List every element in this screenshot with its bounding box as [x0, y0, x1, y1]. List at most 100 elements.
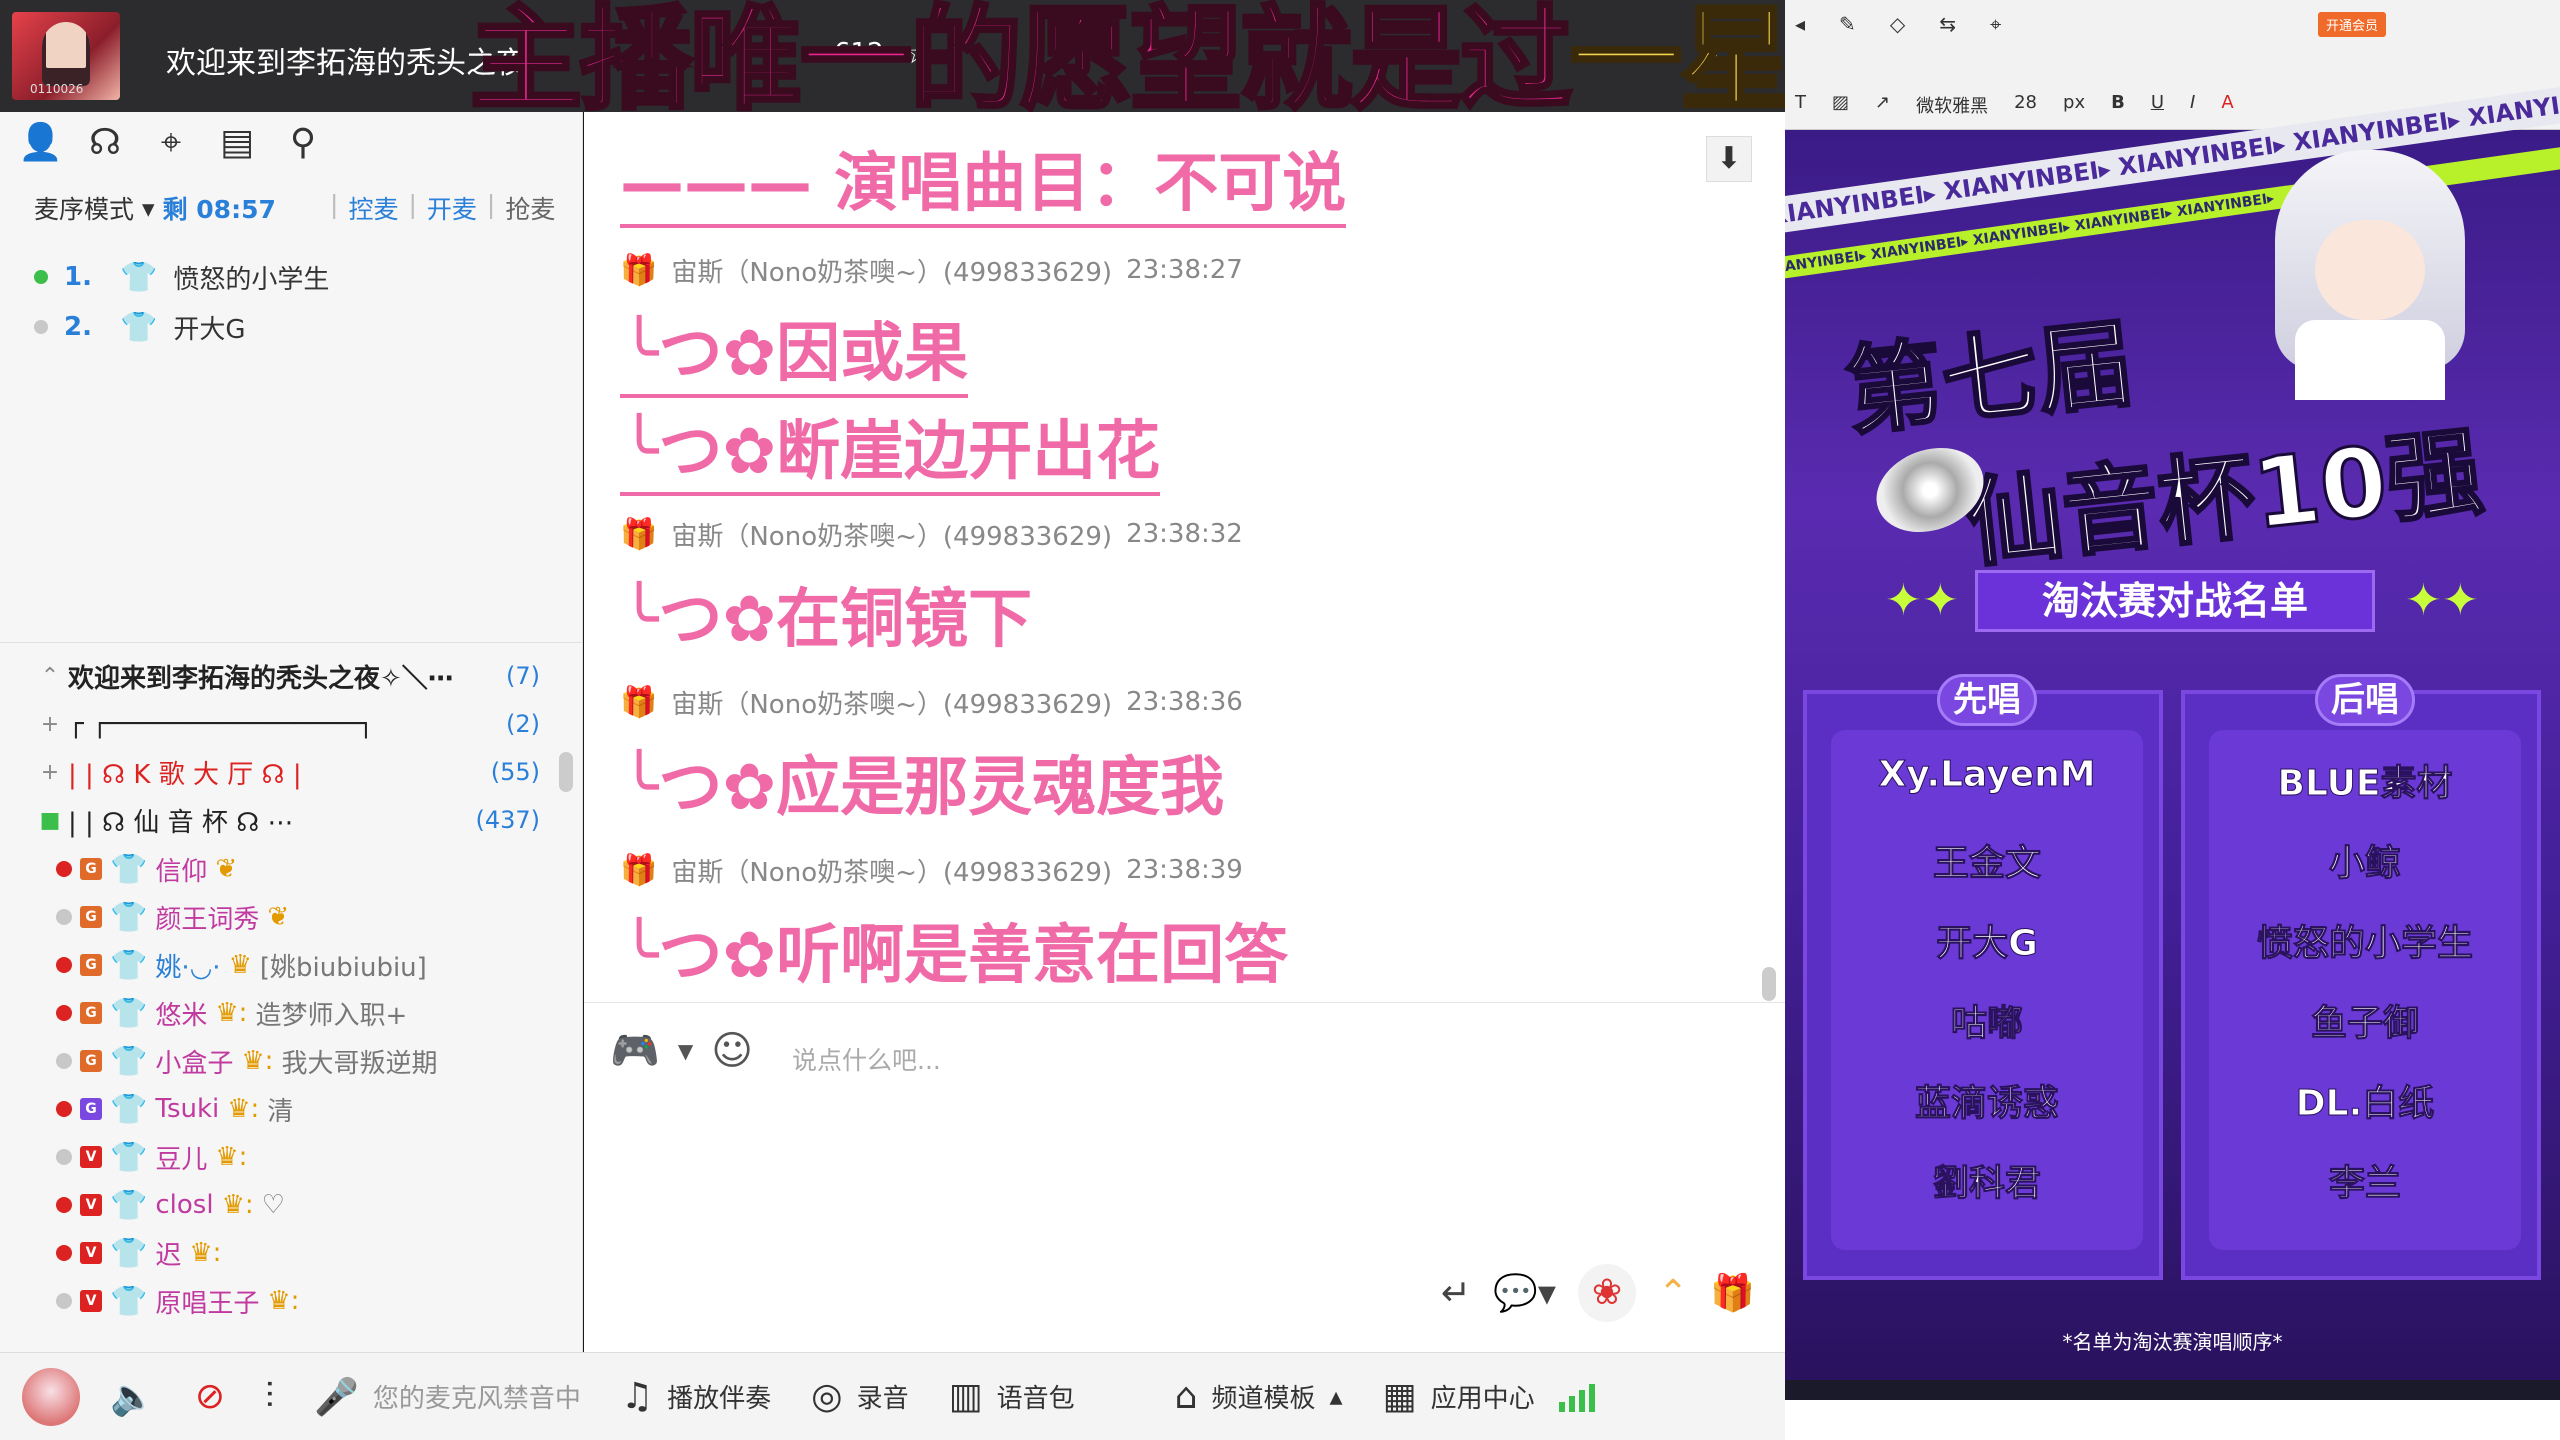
- voice-pack-button[interactable]: ▥ 语音包: [949, 1376, 1075, 1417]
- headset-icon[interactable]: ☊: [84, 122, 126, 164]
- wings-icon: ❦: [267, 902, 290, 932]
- member-row[interactable]: G 👕 信仰 ❦: [56, 845, 237, 893]
- grid-icon: ▦: [1382, 1376, 1417, 1417]
- channel-avatar[interactable]: 0110026: [12, 12, 120, 100]
- search-icon[interactable]: ⚲: [282, 122, 324, 164]
- member-row[interactable]: G 👕 颜王词秀 ❦: [56, 893, 289, 941]
- mic-mode-selector[interactable]: 麦序模式 ▾ 剩 08:57: [34, 190, 276, 226]
- flower-button[interactable]: ❀: [1578, 1264, 1636, 1322]
- crown-icon: ♛:: [189, 1238, 222, 1268]
- message-line: ╰つ✿断崖边开出花: [620, 400, 1161, 496]
- member-nick: 迟: [155, 1240, 182, 1271]
- member-row[interactable]: V 👕 closl ♛: ♡: [56, 1181, 285, 1229]
- chevron-up-icon[interactable]: ⌃: [1658, 1273, 1688, 1314]
- chat-input[interactable]: 说点什么吧...: [792, 1041, 941, 1077]
- emoji-icon[interactable]: ☺: [711, 1028, 753, 1074]
- sparkle-icon: ✦✦: [2405, 575, 2479, 626]
- shirt-icon: 👕: [110, 1091, 148, 1127]
- member-status: [姚biubiubiu]: [259, 952, 427, 983]
- poster-footnote: *名单为淘汰赛演唱顺序*: [2062, 1330, 2283, 1354]
- record-button[interactable]: ◎ 录音: [811, 1376, 908, 1417]
- queue-item[interactable]: 2. 👕 开大G: [34, 302, 329, 352]
- app-center-label: 应用中心: [1430, 1384, 1535, 1414]
- chevron-down-icon[interactable]: ▼: [678, 1039, 693, 1063]
- channel-template-button[interactable]: ⌂ 频道模板 ▴: [1175, 1376, 1343, 1417]
- queue-item[interactable]: 1. 👕 愤怒的小学生: [34, 252, 329, 302]
- lock-icon[interactable]: ■: [32, 808, 68, 833]
- member-row[interactable]: G 👕 悠米 ♛: 造梦师入职+: [56, 989, 407, 1037]
- game-controller-icon[interactable]: 🎮: [610, 1027, 660, 1074]
- message-author[interactable]: 宙斯（Nono奶茶噢~）(499833629): [671, 516, 1112, 553]
- pen-icon[interactable]: ✎: [1839, 12, 1856, 36]
- back-icon[interactable]: ◂: [1795, 12, 1805, 36]
- member-row[interactable]: G 👕 小盒子 ♛: 我大哥叛逆期: [56, 1037, 437, 1085]
- contestant-name: 开大G: [1936, 923, 2039, 965]
- chat-bubble-icon[interactable]: 💬▾: [1493, 1272, 1556, 1314]
- italic-icon[interactable]: I: [2190, 92, 2195, 118]
- font-size-select[interactable]: 28: [2014, 92, 2037, 118]
- gift-box-icon[interactable]: 🎁: [1710, 1272, 1755, 1314]
- font-name-select[interactable]: 微软雅黑: [1916, 92, 1988, 118]
- contestant-name: Xy.LayenM: [1878, 754, 2096, 796]
- channel-item-xianyin[interactable]: ■ | | ☊ 仙 音 杯 ☊ ⋯ (437): [0, 797, 560, 843]
- image-tool-icon[interactable]: ▨: [1832, 92, 1849, 118]
- vip-button[interactable]: 开通会员: [2318, 12, 2387, 37]
- message-time: 23:38:32: [1126, 519, 1243, 549]
- location-icon[interactable]: ⌖: [150, 122, 192, 164]
- shape-icon[interactable]: ◇: [1890, 12, 1905, 36]
- member-row[interactable]: V 👕 原唱王子 ♛:: [56, 1277, 299, 1325]
- person-icon[interactable]: 👤: [18, 122, 63, 164]
- control-mic-link[interactable]: 控麦: [348, 190, 398, 226]
- channel-tree: ⌃ 欢迎来到李拓海的秃头之夜✧＼⋯ (7) + ┌ ┌─────────────…: [0, 642, 583, 1402]
- member-status: 我大哥叛逆期: [281, 1048, 438, 1079]
- message-author[interactable]: 宙斯（Nono奶茶噢~）(499833629): [671, 252, 1112, 289]
- play-accompaniment-button[interactable]: ♫ 播放伴奏: [621, 1376, 771, 1417]
- chat-panel: ——— 演唱曲目：不可说 ⬇ 🎁 宙斯（Nono奶茶噢~）(499833629)…: [584, 112, 1785, 1002]
- channel-item[interactable]: + ┌ ┌────────────────┐ (2): [0, 701, 560, 747]
- bold-icon[interactable]: B: [2111, 92, 2125, 118]
- send-enter-icon[interactable]: ↵: [1441, 1273, 1471, 1314]
- channel-item-k-song[interactable]: + | | ☊ K 歌 大 厅 ☊ | (55): [0, 749, 560, 795]
- scroll-to-bottom-button[interactable]: ⬇: [1706, 136, 1752, 182]
- user-avatar[interactable]: [22, 1367, 80, 1426]
- member-nick: 小盒子: [155, 1048, 234, 1079]
- mic-button[interactable]: ⊘: [195, 1376, 225, 1417]
- shirt-icon: 👕: [110, 1283, 148, 1319]
- contestant-name: 蓝滴诱惑: [1914, 1083, 2059, 1125]
- mixer-button[interactable]: ⫶: [265, 1376, 274, 1418]
- board-icon[interactable]: ▤: [216, 122, 258, 164]
- avatar-figure: [42, 22, 90, 86]
- shirt-icon: 👕: [110, 851, 148, 887]
- banner-text-main: 主播唯一的愿望就是过: [468, 0, 1574, 125]
- pin-icon[interactable]: ⌖: [1990, 12, 2001, 36]
- font-color-icon[interactable]: A: [2221, 92, 2233, 118]
- member-row[interactable]: G 👕 Tsuki ♛: 清: [56, 1085, 293, 1133]
- shirt-icon: 👕: [110, 899, 148, 935]
- arrow-tool-icon[interactable]: ↗: [1875, 92, 1890, 118]
- channel-count: (437): [475, 806, 540, 834]
- channel-root[interactable]: ⌃ 欢迎来到李拓海的秃头之夜✧＼⋯ (7): [0, 653, 560, 699]
- grab-mic-link[interactable]: 抢麦: [505, 190, 555, 226]
- chat-scrollbar[interactable]: [1762, 967, 1776, 1001]
- bottom-toolbar: 🔈 ⊘ ⫶ 🎤 您的麦克风禁音中 ♫ 播放伴奏 ◎ 录音 ▥ 语音包 ⌂ 频道模…: [0, 1352, 1785, 1440]
- underline-icon[interactable]: U: [2151, 92, 2164, 118]
- member-row[interactable]: G 👕 姚·◡· ♛ [姚biubiubiu]: [56, 941, 427, 989]
- sidebar-scrollbar[interactable]: [559, 752, 573, 792]
- message-author[interactable]: 宙斯（Nono奶茶噢~）(499833629): [671, 852, 1112, 889]
- message-author[interactable]: 宙斯（Nono奶茶噢~）(499833629): [671, 684, 1112, 721]
- contestant-name: DL.白纸: [2295, 1083, 2435, 1125]
- expand-icon[interactable]: +: [32, 712, 68, 737]
- channel-count: (2): [506, 710, 540, 738]
- swap-icon[interactable]: ⇆: [1939, 12, 1956, 36]
- shirt-icon: 👕: [110, 1043, 148, 1079]
- text-tool-icon[interactable]: T: [1795, 92, 1806, 118]
- member-row[interactable]: V 👕 豆儿 ♛:: [56, 1133, 247, 1181]
- expand-icon[interactable]: +: [32, 760, 68, 785]
- mic-muted-text: 您的麦克风禁音中: [372, 1384, 581, 1414]
- collapse-icon[interactable]: ⌃: [32, 664, 68, 689]
- open-mic-link[interactable]: 开麦: [427, 190, 477, 226]
- app-center-button[interactable]: ▦ 应用中心: [1383, 1376, 1595, 1417]
- mic-actions: | 控麦 | 开麦 | 抢麦: [330, 190, 556, 226]
- speaker-button[interactable]: 🔈: [110, 1376, 155, 1418]
- member-row[interactable]: V 👕 迟 ♛:: [56, 1229, 221, 1277]
